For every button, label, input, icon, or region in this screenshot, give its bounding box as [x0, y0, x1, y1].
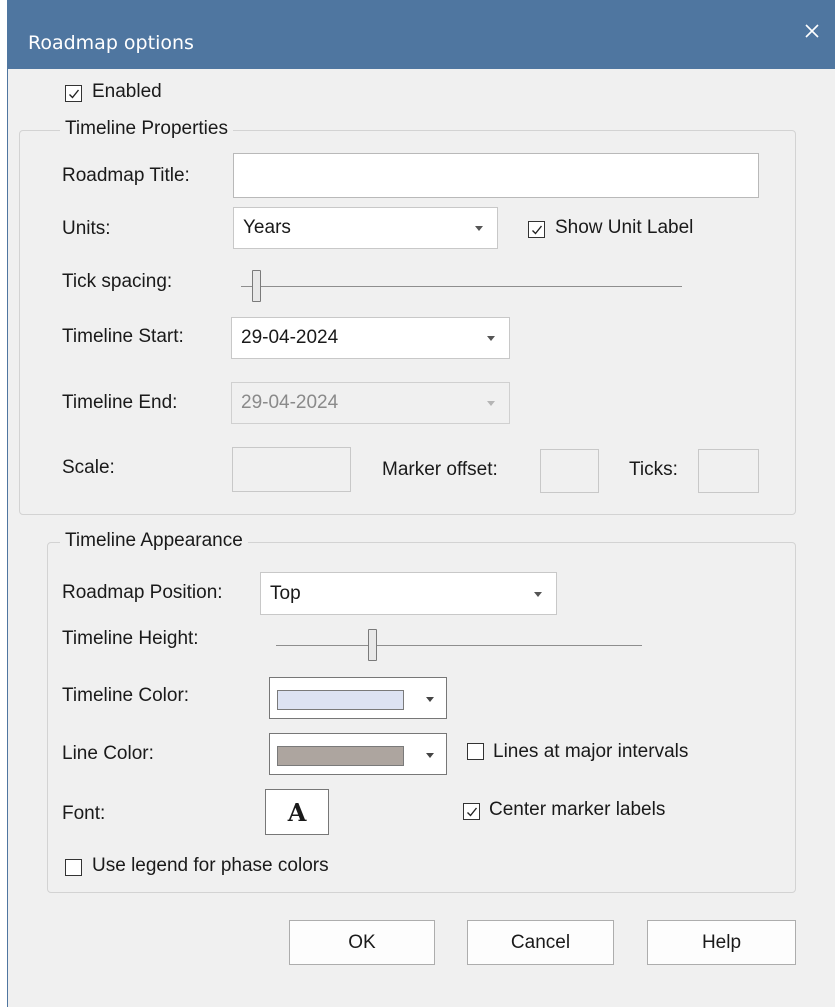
- timeline-color-label: Timeline Color:: [62, 685, 190, 706]
- cancel-button[interactable]: Cancel: [467, 920, 614, 965]
- checkmark-icon: [69, 89, 80, 99]
- line-color-swatch: [277, 746, 404, 766]
- font-button[interactable]: A: [265, 789, 329, 835]
- timeline-start-label: Timeline Start:: [62, 326, 184, 347]
- roadmap-title-input[interactable]: [233, 153, 759, 198]
- cancel-button-label: Cancel: [510, 931, 571, 953]
- close-icon: [805, 24, 819, 38]
- units-value: Years: [243, 217, 291, 238]
- timeline-color-picker[interactable]: [269, 677, 447, 719]
- ticks-input[interactable]: [698, 449, 759, 493]
- help-button[interactable]: Help: [647, 920, 796, 965]
- chevron-down-icon: [487, 401, 495, 406]
- roadmap-title-label: Roadmap Title:: [62, 165, 190, 186]
- ok-button[interactable]: OK: [289, 920, 435, 965]
- show-unit-label-text: Show Unit Label: [555, 217, 694, 238]
- checkmark-icon: [467, 807, 478, 817]
- chevron-down-icon: [487, 336, 495, 341]
- timeline-start-datepicker[interactable]: 29-04-2024: [231, 317, 510, 359]
- chevron-down-icon: [426, 753, 434, 758]
- chevron-down-icon: [475, 226, 483, 231]
- timeline-end-label: Timeline End:: [62, 392, 178, 413]
- font-label: Font:: [62, 803, 106, 824]
- roadmap-position-value: Top: [270, 582, 301, 604]
- timeline-height-label: Timeline Height:: [62, 628, 199, 649]
- chevron-down-icon: [534, 591, 542, 597]
- roadmap-position-select[interactable]: Top: [260, 572, 557, 615]
- lines-at-major-intervals-checkbox[interactable]: [467, 743, 484, 760]
- tick-spacing-label: Tick spacing:: [62, 271, 173, 292]
- help-button-label: Help: [701, 931, 742, 953]
- title-bar[interactable]: Roadmap options: [8, 0, 835, 69]
- enabled-checkbox[interactable]: [65, 85, 82, 102]
- dialog-title: Roadmap options: [28, 32, 194, 54]
- marker-offset-label: Marker offset:: [382, 459, 498, 480]
- center-marker-labels-label: Center marker labels: [489, 799, 666, 820]
- enabled-label: Enabled: [92, 81, 162, 102]
- ok-button-label: OK: [348, 931, 376, 953]
- scale-input[interactable]: [232, 447, 351, 492]
- checkmark-icon: [532, 225, 543, 235]
- show-unit-label-checkbox[interactable]: [528, 221, 545, 238]
- timeline-properties-label: Timeline Properties: [60, 118, 233, 140]
- timeline-appearance-label: Timeline Appearance: [60, 530, 248, 552]
- ticks-label: Ticks:: [629, 459, 678, 480]
- tick-spacing-slider-thumb[interactable]: [252, 270, 261, 302]
- use-legend-checkbox[interactable]: [65, 859, 82, 876]
- timeline-start-value: 29-04-2024: [241, 327, 339, 348]
- font-icon: A: [287, 797, 307, 827]
- timeline-end-value: 29-04-2024: [241, 392, 339, 413]
- scale-label: Scale:: [62, 457, 115, 478]
- close-button[interactable]: [789, 0, 835, 62]
- units-select[interactable]: Years: [233, 207, 498, 249]
- roadmap-position-label: Roadmap Position:: [62, 582, 223, 603]
- lines-at-major-intervals-label: Lines at major intervals: [493, 741, 689, 762]
- tick-spacing-slider-track[interactable]: [241, 286, 682, 287]
- line-color-picker[interactable]: [269, 733, 447, 775]
- units-label: Units:: [62, 218, 111, 239]
- timeline-height-slider-track[interactable]: [276, 645, 642, 646]
- roadmap-options-dialog: Roadmap options Enabled Timeline Propert…: [7, 0, 835, 1007]
- timeline-color-swatch: [277, 690, 404, 710]
- marker-offset-input[interactable]: [540, 449, 599, 493]
- timeline-height-slider-thumb[interactable]: [368, 629, 377, 661]
- timeline-end-datepicker[interactable]: 29-04-2024: [231, 382, 510, 424]
- line-color-label: Line Color:: [62, 743, 154, 764]
- chevron-down-icon: [426, 697, 434, 702]
- use-legend-label: Use legend for phase colors: [92, 855, 329, 876]
- center-marker-labels-checkbox[interactable]: [463, 803, 480, 820]
